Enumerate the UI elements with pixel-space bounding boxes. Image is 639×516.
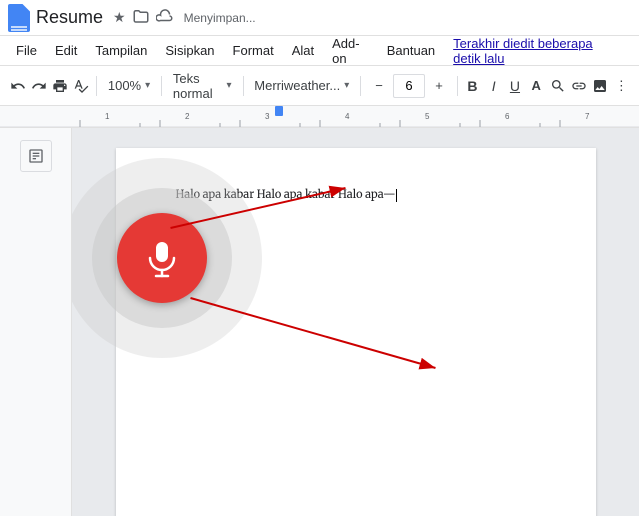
font-arrow: ▾ [344, 80, 349, 91]
autosave-status: Menyimpan... [184, 11, 256, 25]
zoom-select[interactable]: 100% ▾ [102, 73, 156, 99]
content-area: Halo apa kabar Halo apa kabar Halo apa— [0, 128, 639, 516]
last-edited-link[interactable]: Terakhir diedit beberapa detik lalu [445, 32, 631, 70]
font-color-button[interactable]: A [527, 73, 546, 99]
document-text[interactable]: Halo apa kabar Halo apa kabar Halo apa— [176, 188, 536, 202]
font-select[interactable]: Merriweather... ▾ [248, 73, 355, 99]
menu-file[interactable]: File [8, 39, 45, 62]
svg-text:7: 7 [585, 112, 590, 121]
zoom-value: 100% [108, 78, 141, 93]
spellcheck-button[interactable] [72, 73, 91, 99]
folder-icon[interactable] [132, 7, 150, 28]
menu-tools[interactable]: Alat [284, 39, 322, 62]
ruler: 1 2 3 4 5 6 7 [0, 106, 639, 128]
document-title[interactable]: Resume [36, 7, 103, 28]
menu-addon[interactable]: Add-on [324, 32, 377, 70]
font-size-input[interactable] [393, 74, 425, 98]
menu-help[interactable]: Bantuan [379, 39, 443, 62]
zoom-arrow: ▾ [145, 80, 150, 91]
redo-button[interactable] [29, 73, 48, 99]
more-options-button[interactable]: ⋮ [612, 73, 631, 99]
sidebar-page-icon[interactable] [20, 140, 52, 172]
menu-bar: File Edit Tampilan Sisipkan Format Alat … [0, 36, 639, 66]
menu-view[interactable]: Tampilan [87, 39, 155, 62]
svg-text:5: 5 [425, 112, 430, 121]
paragraph-style-value: Teks normal [173, 71, 223, 101]
svg-text:2: 2 [185, 112, 190, 121]
font-size-control: − + [366, 73, 452, 99]
sidebar [0, 128, 72, 516]
print-button[interactable] [51, 73, 70, 99]
svg-text:6: 6 [505, 112, 510, 121]
menu-insert[interactable]: Sisipkan [157, 39, 222, 62]
highlight-button[interactable] [548, 73, 567, 99]
separator-5 [457, 76, 458, 96]
title-bar: Resume ★ Menyimpan... [0, 0, 639, 36]
separator-2 [161, 76, 162, 96]
separator-4 [360, 76, 361, 96]
paragraph-style-select[interactable]: Teks normal ▾ [167, 73, 238, 99]
toolbar: 100% ▾ Teks normal ▾ Merriweather... ▾ −… [0, 66, 639, 106]
image-button[interactable] [590, 73, 609, 99]
microphone-icon [142, 238, 182, 278]
title-icons: ★ Menyimpan... [113, 7, 256, 28]
separator-1 [96, 76, 97, 96]
bold-button[interactable]: B [463, 73, 482, 99]
svg-text:3: 3 [265, 112, 270, 121]
menu-format[interactable]: Format [225, 39, 282, 62]
para-arrow: ▾ [227, 80, 232, 91]
page-container: Halo apa kabar Halo apa kabar Halo apa— [72, 128, 639, 516]
svg-text:4: 4 [345, 112, 350, 121]
font-size-plus[interactable]: + [426, 73, 452, 99]
italic-button[interactable]: I [484, 73, 503, 99]
doc-icon [8, 4, 30, 32]
font-value: Merriweather... [254, 78, 340, 93]
menu-edit[interactable]: Edit [47, 39, 85, 62]
separator-3 [243, 76, 244, 96]
voice-microphone-button[interactable] [117, 213, 207, 303]
text-cursor [396, 189, 397, 202]
cloud-save-icon [156, 7, 174, 28]
font-size-minus[interactable]: − [366, 73, 392, 99]
svg-text:1: 1 [105, 112, 110, 121]
underline-button[interactable]: U [505, 73, 524, 99]
document-page: Halo apa kabar Halo apa kabar Halo apa— [116, 148, 596, 516]
undo-button[interactable] [8, 73, 27, 99]
link-button[interactable] [569, 73, 588, 99]
star-icon[interactable]: ★ [113, 9, 126, 26]
